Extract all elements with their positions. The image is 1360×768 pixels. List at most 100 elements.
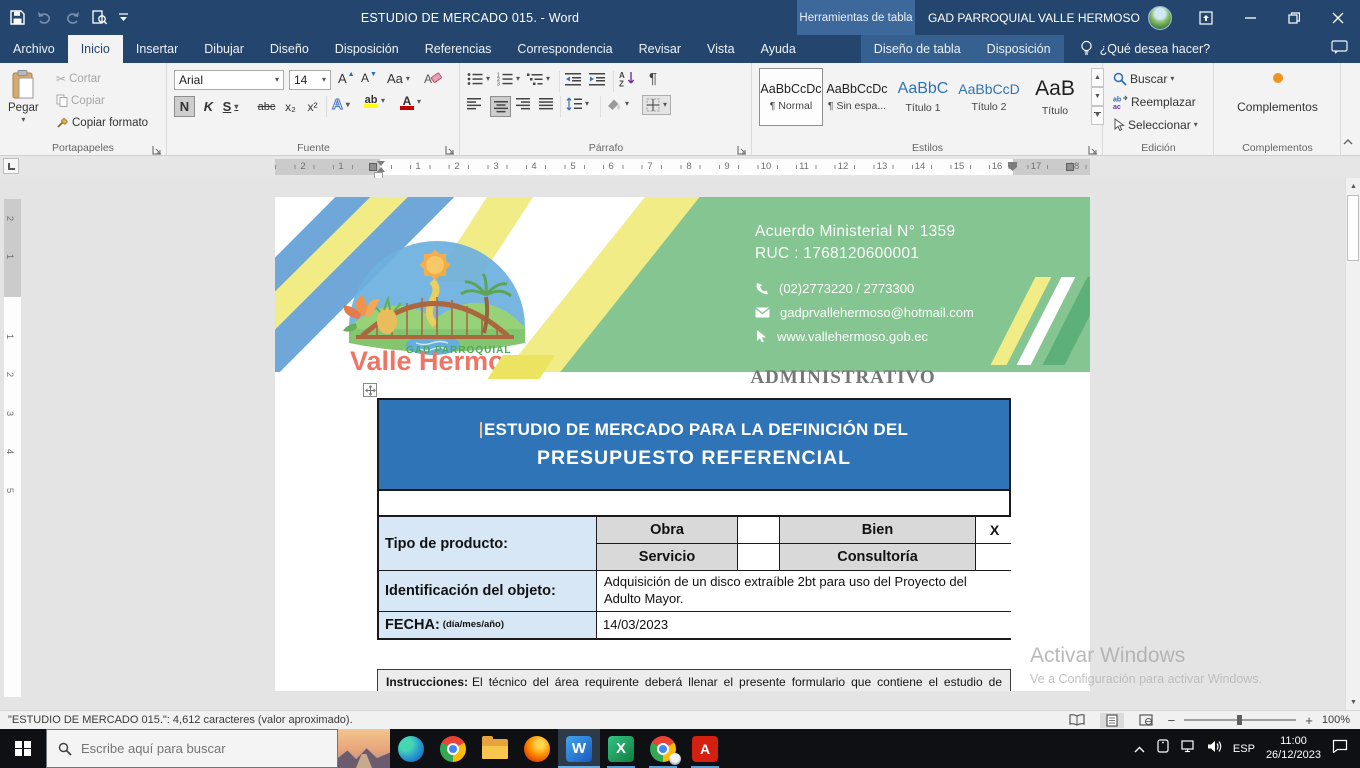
- decrease-indent-button[interactable]: [565, 72, 581, 86]
- replace-button[interactable]: abac Reemplazar: [1113, 95, 1196, 109]
- zoom-in-button[interactable]: +: [1305, 713, 1313, 728]
- scroll-down-button[interactable]: ▼: [1346, 694, 1360, 710]
- cut-button[interactable]: ✂ Cortar: [56, 72, 101, 86]
- objeto-label-cell[interactable]: Identificación del objeto:: [379, 571, 596, 611]
- tab-revisar[interactable]: Revisar: [626, 35, 694, 63]
- styles-scroll-up-button[interactable]: ▲: [1091, 68, 1104, 87]
- copy-button[interactable]: Copiar: [56, 94, 105, 107]
- italic-button[interactable]: K: [198, 96, 219, 117]
- read-mode-button[interactable]: [1063, 713, 1091, 727]
- print-layout-button[interactable]: [1100, 713, 1124, 728]
- news-weather-widget[interactable]: [338, 729, 390, 768]
- select-button[interactable]: Seleccionar▾: [1113, 118, 1198, 132]
- fecha-value-cell[interactable]: 14/03/2023: [597, 612, 1013, 638]
- align-right-button[interactable]: [516, 98, 530, 110]
- taskbar-word-button[interactable]: W: [558, 729, 600, 768]
- servicio-cell[interactable]: Servicio: [597, 544, 737, 570]
- fecha-label-cell[interactable]: FECHA:(día/mes/año): [379, 612, 596, 638]
- search-input[interactable]: [81, 741, 301, 756]
- device-tray-icon[interactable]: [1156, 739, 1170, 758]
- vertical-ruler[interactable]: 2 1 1 2 3 4 5: [4, 180, 21, 708]
- sort-button[interactable]: AZ: [619, 70, 637, 87]
- customize-qat-icon[interactable]: [119, 13, 128, 22]
- show-paragraph-marks-button[interactable]: ¶: [649, 70, 657, 87]
- tab-archivo[interactable]: Archivo: [0, 35, 68, 63]
- feedback-icon[interactable]: [1331, 40, 1348, 58]
- style-titulo[interactable]: AaB Título: [1023, 68, 1087, 126]
- find-button[interactable]: Buscar▾: [1113, 72, 1174, 86]
- account-area[interactable]: GAD PARROQUIAL VALLE HERMOSO: [928, 0, 1172, 35]
- vertical-scrollbar[interactable]: ▲ ▼: [1345, 178, 1360, 710]
- tab-correspondencia[interactable]: Correspondencia: [504, 35, 625, 63]
- dialog-launcher-parrafo[interactable]: [737, 142, 747, 152]
- collapse-ribbon-button[interactable]: [1343, 132, 1353, 150]
- first-line-indent-marker[interactable]: [377, 161, 385, 166]
- tab-disposicion-tabla[interactable]: Disposición: [974, 35, 1064, 63]
- highlight-button[interactable]: ab ▾: [364, 94, 385, 108]
- taskbar-search[interactable]: [46, 729, 338, 768]
- font-name-combo[interactable]: Arial▾: [174, 70, 284, 90]
- dialog-launcher-fuente[interactable]: [445, 142, 455, 152]
- shrink-font-button[interactable]: A▼: [361, 71, 377, 85]
- tab-vista[interactable]: Vista: [694, 35, 748, 63]
- consultoria-check-cell[interactable]: [976, 544, 1013, 570]
- action-center-icon[interactable]: [1332, 739, 1348, 758]
- bullet-list-button[interactable]: ▾: [467, 72, 490, 86]
- style-normal[interactable]: AaBbCcDc ¶ Normal: [759, 68, 823, 126]
- tipo-producto-label-cell[interactable]: Tipo de producto:: [379, 517, 596, 570]
- character-count-status[interactable]: "ESTUDIO DE MERCADO 015.": 4,612 caracte…: [0, 714, 353, 726]
- paste-button[interactable]: Pegar ▾: [8, 70, 39, 124]
- obra-check-cell[interactable]: [738, 517, 779, 543]
- justify-button[interactable]: [539, 98, 553, 110]
- align-center-button[interactable]: [490, 96, 511, 117]
- minimize-button[interactable]: [1228, 0, 1272, 35]
- tell-me-box[interactable]: ¿Qué desea hacer?: [1080, 35, 1211, 63]
- avatar[interactable]: [1148, 6, 1172, 30]
- dialog-launcher-portapapeles[interactable]: [152, 142, 162, 152]
- increase-indent-button[interactable]: [589, 72, 605, 86]
- subscript-button[interactable]: x₂: [280, 96, 301, 117]
- line-spacing-button[interactable]: ▾: [566, 97, 589, 111]
- taskbar-chrome-profile-button[interactable]: [642, 729, 684, 768]
- style-titulo-2[interactable]: AaBbCcD Título 2: [957, 68, 1021, 126]
- grow-font-button[interactable]: A▲: [338, 71, 355, 86]
- addins-button[interactable]: Complementos: [1215, 73, 1340, 114]
- taskbar-explorer-button[interactable]: [474, 729, 516, 768]
- styles-scroll-down-button[interactable]: ▼: [1091, 87, 1104, 106]
- text-effects-button[interactable]: A▾: [332, 96, 350, 113]
- numbered-list-button[interactable]: 123▾: [497, 72, 520, 86]
- tab-ayuda[interactable]: Ayuda: [748, 35, 809, 63]
- clock[interactable]: 11:00 26/12/2023: [1266, 735, 1321, 763]
- taskbar-edge-button[interactable]: [390, 729, 432, 768]
- zoom-slider-thumb[interactable]: [1237, 715, 1242, 725]
- tab-disposicion[interactable]: Disposición: [322, 35, 412, 63]
- start-button[interactable]: [0, 729, 46, 768]
- horizontal-ruler[interactable]: 2 1 1 2 3 4 5 6 7 8 9 10 11 12 13 14 15 …: [275, 159, 1090, 175]
- tab-selector[interactable]: [3, 158, 19, 174]
- tab-diseno[interactable]: Diseño: [257, 35, 322, 63]
- table-blank-row[interactable]: [377, 491, 1011, 515]
- dialog-launcher-estilos[interactable]: [1088, 142, 1098, 152]
- network-icon[interactable]: [1181, 740, 1196, 758]
- tab-inicio[interactable]: Inicio: [68, 35, 123, 63]
- scroll-up-button[interactable]: ▲: [1346, 178, 1360, 194]
- clear-formatting-button[interactable]: A: [424, 71, 442, 86]
- document-page[interactable]: GAD PARROQUIAL Valle Hermoso Acuerdo Min…: [275, 197, 1090, 691]
- consultoria-cell[interactable]: Consultoría: [780, 544, 975, 570]
- bold-button[interactable]: N: [174, 96, 195, 117]
- underline-button[interactable]: S▾: [220, 96, 241, 117]
- restore-button[interactable]: [1272, 0, 1316, 35]
- form-table[interactable]: ESTUDIO DE MERCADO PARA LA DEFINICIÓN DE…: [377, 398, 1011, 640]
- tab-dibujar[interactable]: Dibujar: [191, 35, 257, 63]
- tab-referencias[interactable]: Referencias: [412, 35, 505, 63]
- superscript-button[interactable]: x²: [302, 96, 323, 117]
- taskbar-excel-button[interactable]: X: [600, 729, 642, 768]
- style-titulo-1[interactable]: AaBbC Título 1: [891, 68, 955, 126]
- web-layout-button[interactable]: [1133, 713, 1159, 727]
- table-move-handle[interactable]: [363, 383, 377, 397]
- table-column-marker[interactable]: [1066, 163, 1074, 171]
- change-case-button[interactable]: Aa▾: [387, 71, 410, 86]
- save-icon[interactable]: [10, 10, 25, 25]
- align-left-button[interactable]: [467, 98, 481, 110]
- multilevel-list-button[interactable]: ▾: [527, 72, 550, 86]
